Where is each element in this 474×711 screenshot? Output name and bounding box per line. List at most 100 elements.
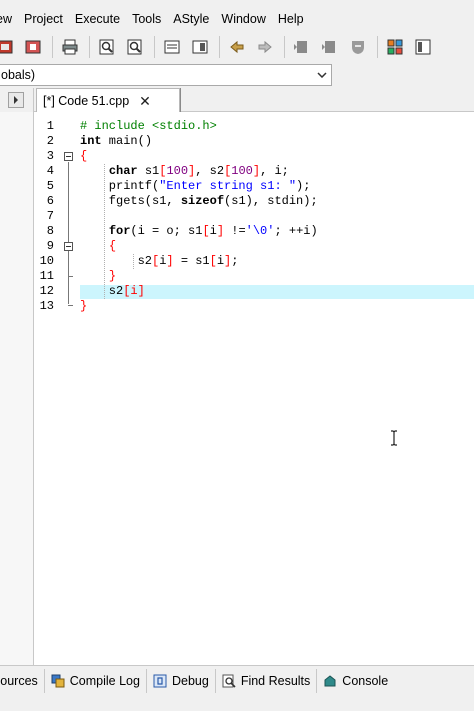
menu-astyle[interactable]: AStyle xyxy=(167,12,215,26)
class-combo[interactable]: obals) xyxy=(0,64,332,86)
find-icon[interactable] xyxy=(96,36,118,58)
code-token: { xyxy=(108,239,117,253)
code-token: char xyxy=(108,164,138,178)
bookmark-next-icon[interactable] xyxy=(319,36,341,58)
line-number: 7 xyxy=(46,209,54,223)
debug-icon xyxy=(153,674,167,688)
code-token: ] xyxy=(166,254,174,268)
editor-tabs-bar: [*] Code 51.cpp ✕ xyxy=(34,88,474,113)
code-token: 100 xyxy=(231,164,253,178)
code-token: } xyxy=(108,269,117,283)
code-token: printf( xyxy=(80,179,160,193)
status-strip xyxy=(0,695,474,711)
code-token: int xyxy=(80,134,102,148)
fold-end-marker xyxy=(68,276,73,277)
code-token: != xyxy=(224,224,246,238)
code-token: 100 xyxy=(166,164,189,178)
code-token: sizeof xyxy=(180,194,225,208)
menu-help[interactable]: Help xyxy=(272,12,310,26)
code-token: ] xyxy=(216,224,225,238)
toolbar xyxy=(0,32,474,62)
line-number: 12 xyxy=(39,284,54,298)
undo-icon[interactable] xyxy=(226,36,248,58)
toolbar-separator xyxy=(219,36,220,58)
print-icon[interactable] xyxy=(59,36,81,58)
code-token: (i = o; s1 xyxy=(130,224,203,238)
grid-icon[interactable] xyxy=(384,36,406,58)
code-line: { xyxy=(80,149,87,164)
tab-debug[interactable]: Debug xyxy=(147,668,216,693)
tab-find-results[interactable]: Find Results xyxy=(216,668,318,693)
bookmark-back-icon[interactable] xyxy=(291,36,313,58)
code-token: main() xyxy=(101,134,153,148)
menu-execute[interactable]: Execute xyxy=(69,12,126,26)
line-number: 9 xyxy=(46,239,54,253)
code-token: s2 xyxy=(80,254,153,268)
code-line: fgets(s1, sizeof(s1), stdin); xyxy=(80,194,318,209)
line-number: 1 xyxy=(46,119,54,133)
tab-code-51[interactable]: [*] Code 51.cpp ✕ xyxy=(36,88,180,113)
class-icon[interactable] xyxy=(412,36,434,58)
chevron-right-icon xyxy=(14,96,18,104)
tab-resources[interactable]: sources xyxy=(0,668,45,693)
fullscreen-icon[interactable] xyxy=(189,36,211,58)
code-token: s2 xyxy=(80,284,124,298)
menu-bar: ew Project Execute Tools AStyle Window H… xyxy=(0,8,474,30)
code-token: (s1), stdin); xyxy=(224,194,318,208)
find-results-icon xyxy=(222,674,236,688)
code-token: s1 xyxy=(137,164,160,178)
close-icon[interactable]: ✕ xyxy=(139,93,151,110)
code-line: } xyxy=(80,269,116,284)
toggle-view-icon[interactable] xyxy=(161,36,183,58)
code-token: "Enter string s1: " xyxy=(159,179,297,193)
fold-end-marker xyxy=(68,305,73,306)
code-token: for xyxy=(108,224,131,238)
replace-icon[interactable] xyxy=(124,36,146,58)
tab-console[interactable]: Console xyxy=(317,669,394,693)
toolbar-separator xyxy=(89,36,90,58)
code-line: char s1[100], s2[100], i; xyxy=(80,164,289,179)
fold-toggle-icon[interactable] xyxy=(64,152,73,161)
chevron-down-icon[interactable] xyxy=(313,65,331,85)
menu-project[interactable]: Project xyxy=(18,12,69,26)
project-panel-header xyxy=(0,88,34,112)
code-token: ; ++i) xyxy=(274,224,318,238)
code-token: = s1 xyxy=(173,254,210,268)
tabs-separator xyxy=(180,88,181,112)
code-token: # include <stdio.h> xyxy=(80,119,217,133)
line-number: 2 xyxy=(46,134,54,148)
shield-icon[interactable] xyxy=(347,36,369,58)
code-line: # include <stdio.h> xyxy=(80,119,217,134)
code-line: printf("Enter string s1: "); xyxy=(80,179,311,194)
tab-label: Console xyxy=(342,673,389,688)
tab-label: sources xyxy=(0,673,38,688)
tab-compile-log[interactable]: Compile Log xyxy=(45,668,147,693)
code-token: } xyxy=(80,299,88,313)
code-line: s2[i] xyxy=(80,284,145,299)
line-number: 3 xyxy=(46,149,54,163)
code-token: ] xyxy=(252,164,261,178)
code-text-area[interactable]: # include <stdio.h> int main() { char s1… xyxy=(80,112,474,665)
code-token: [ xyxy=(202,224,210,238)
toolbar-separator xyxy=(377,36,378,58)
tab-label: Compile Log xyxy=(69,673,140,688)
code-token: , i; xyxy=(260,164,289,178)
line-number: 13 xyxy=(39,299,54,313)
line-number: 10 xyxy=(39,254,54,268)
line-gutter: 1 2 3 4 5 6 7 8 9 10 11 12 13 xyxy=(34,112,78,665)
menu-window[interactable]: Window xyxy=(215,12,271,26)
menu-tools[interactable]: Tools xyxy=(126,12,167,26)
fold-line xyxy=(68,162,69,304)
menu-view[interactable]: ew xyxy=(0,12,18,26)
fold-toggle-icon[interactable] xyxy=(64,242,73,251)
compile-icon[interactable] xyxy=(0,36,16,58)
code-editor[interactable]: 1 2 3 4 5 6 7 8 9 10 11 12 13 # include … xyxy=(34,112,474,665)
redo-icon[interactable] xyxy=(254,36,276,58)
code-token: { xyxy=(80,149,88,163)
code-line: { xyxy=(80,239,116,254)
run-icon[interactable] xyxy=(22,36,44,58)
panel-scroll-right-button[interactable] xyxy=(8,92,24,108)
compile-log-icon xyxy=(51,674,65,688)
toolbar-separator xyxy=(154,36,155,58)
tab-label: [*] Code 51.cpp xyxy=(43,94,130,108)
